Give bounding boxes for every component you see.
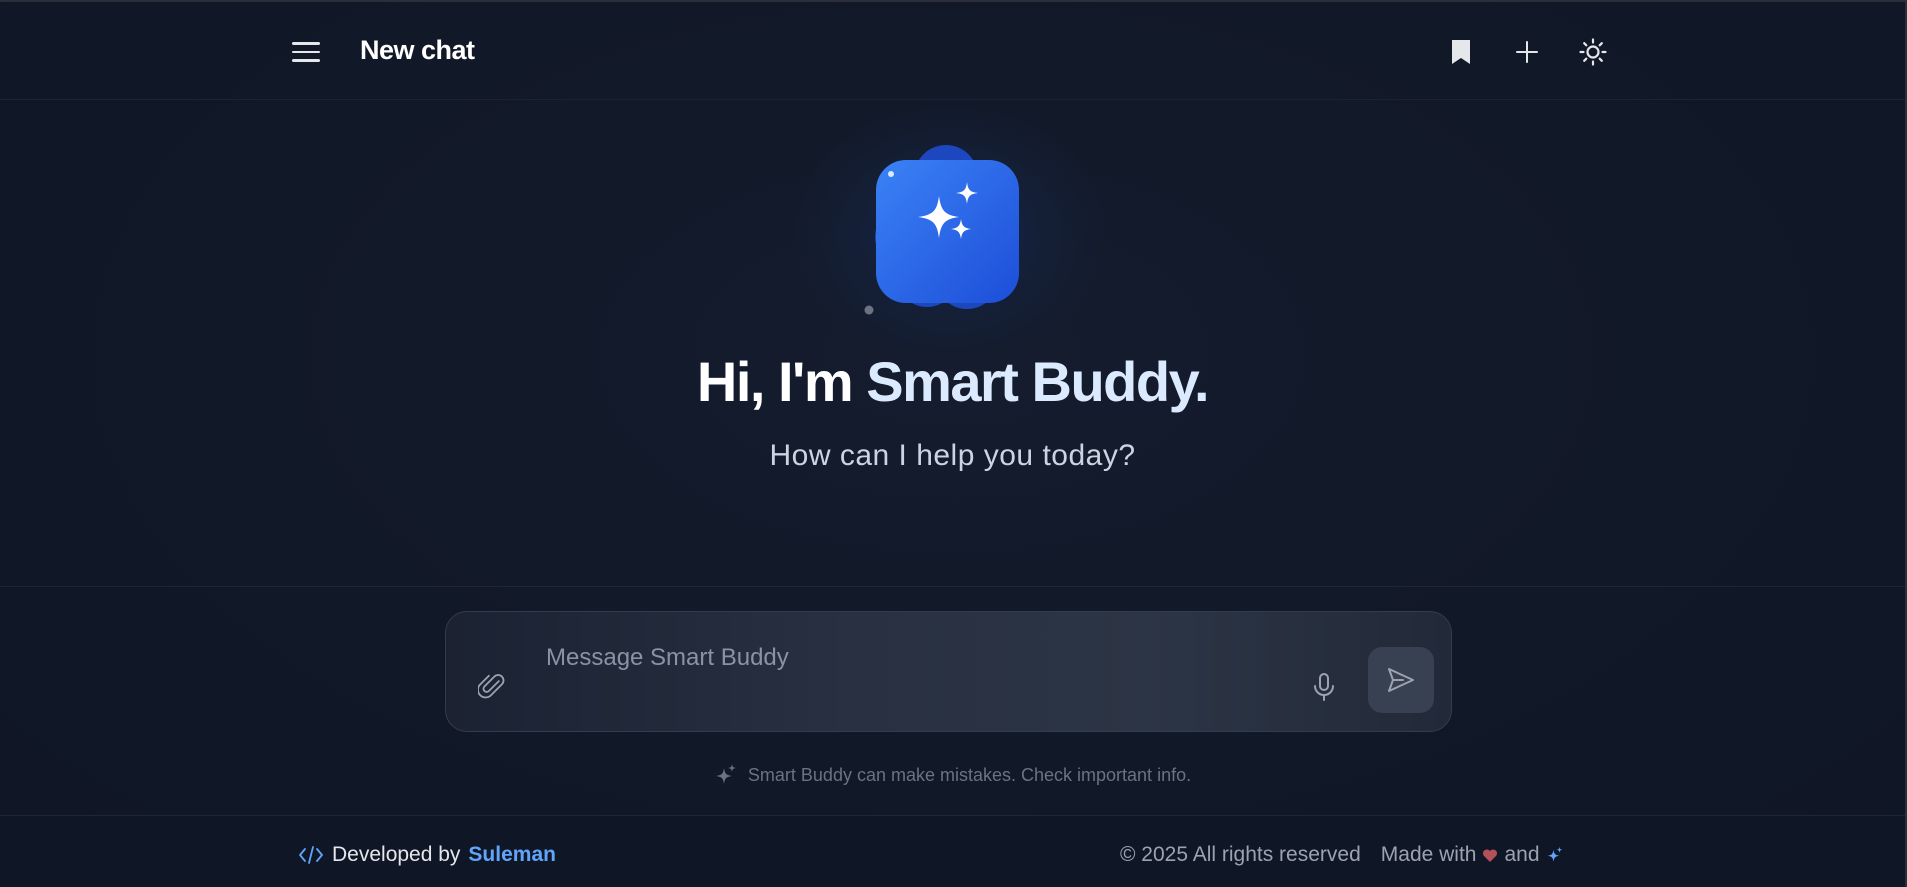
copyright-notice: © 2025 All rights reserved Made with and [1120,843,1564,867]
top-bar: New chat [0,2,1905,100]
assistant-logo [855,137,1041,327]
sun-icon [1579,38,1607,66]
send-button[interactable] [1368,647,1434,713]
send-icon [1388,668,1414,692]
disclaimer-note: Smart Buddy can make mistakes. Check imp… [0,763,1905,787]
footer: Developed by Suleman © 2025 All rights r… [0,815,1905,887]
voice-input-button[interactable] [1306,669,1342,705]
code-icon [299,846,323,864]
theme-toggle-button[interactable] [1575,34,1611,70]
developer-credit: Developed by Suleman [298,843,556,867]
page-title: New chat [360,35,475,65]
menu-line [292,59,320,62]
assistant-name: Smart Buddy. [866,350,1209,413]
message-composer [445,611,1452,732]
developer-link[interactable]: Suleman [468,843,556,867]
sparkles-icon [715,764,736,784]
menu-button[interactable] [288,34,324,70]
paperclip-icon [478,674,505,699]
made-with-label: Made with [1380,843,1477,866]
greeting-subtitle: How can I help you today? [769,439,1136,472]
menu-line [292,42,320,45]
bookmark-icon [1452,40,1470,64]
composer-divider [0,586,1905,587]
bookmark-button[interactable] [1443,34,1479,70]
attach-button[interactable] [474,669,510,705]
sparkles-logo-icon [864,145,1019,315]
disclaimer-text: Smart Buddy can make mistakes. Check imp… [747,764,1192,785]
and-label: and [1504,843,1540,866]
message-input[interactable] [546,640,1186,676]
microphone-icon [1314,673,1334,701]
developed-by-label: Developed by [332,843,461,866]
greeting-prefix: Hi, I'm [696,350,867,413]
plus-icon [1516,41,1538,63]
copyright-text: © 2025 All rights reserved [1120,843,1361,866]
menu-line [292,50,320,54]
sparkles-icon [1547,846,1563,862]
greeting-heading: Hi, I'm Smart Buddy. [0,349,1905,414]
heart-icon [1483,848,1498,862]
new-chat-button[interactable] [1509,34,1545,70]
app-window: New chat Hi, I'm Smart Buddy. How can I … [0,0,1907,887]
